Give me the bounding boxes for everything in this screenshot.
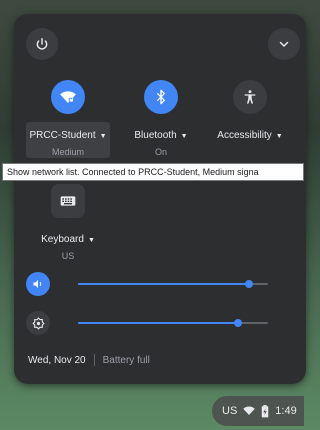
brightness-slider-row — [26, 311, 296, 335]
brightness-icon — [31, 316, 45, 330]
network-sublabel: Medium — [51, 147, 84, 157]
wifi-locked-icon — [60, 91, 76, 103]
bluetooth-toggle[interactable] — [144, 80, 178, 114]
brightness-button[interactable] — [26, 311, 50, 335]
date-label[interactable]: Wed, Nov 20 — [28, 355, 86, 366]
collapse-button[interactable] — [268, 28, 300, 60]
bluetooth-dropdown-icon: ▼ — [180, 133, 188, 140]
keyboard-label-row: Keyboard ▼ — [18, 234, 118, 245]
footer-divider — [93, 354, 95, 366]
shelf-status-area[interactable]: US 1:49 — [212, 396, 304, 426]
volume-slider-thumb[interactable] — [245, 280, 253, 288]
accessibility-feature[interactable]: Accessibility ▼ — [200, 80, 300, 141]
input-method-label: US — [222, 405, 238, 417]
keyboard-feature[interactable]: Keyboard ▼ US — [18, 184, 118, 261]
brightness-slider-thumb[interactable] — [233, 319, 242, 327]
power-icon — [36, 38, 48, 50]
volume-slider-row — [26, 272, 296, 296]
keyboard-label: Keyboard — [41, 234, 84, 245]
volume-icon — [33, 280, 42, 288]
network-tooltip: Show network list. Connected to PRCC-Stu… — [2, 163, 304, 181]
accessibility-label: Accessibility — [217, 130, 272, 141]
accessibility-toggle[interactable] — [233, 80, 267, 114]
volume-slider-fill — [78, 283, 249, 285]
quick-settings-panel: PRCC-Student ▼ Medium Bluetooth ▼ On Acces… — [14, 14, 306, 384]
accessibility-label-row: Accessibility ▼ — [200, 130, 300, 141]
accessibility-dropdown-icon: ▼ — [275, 133, 283, 140]
volume-mute-button[interactable] — [26, 272, 50, 296]
bluetooth-icon — [157, 89, 165, 105]
keyboard-sublabel: US — [61, 251, 75, 261]
network-label: PRCC-Student — [29, 130, 96, 141]
clock-label: 1:49 — [275, 405, 297, 417]
bluetooth-sublabel: On — [154, 147, 167, 157]
bluetooth-label: Bluetooth — [134, 130, 177, 141]
volume-slider[interactable] — [78, 280, 268, 288]
keyboard-dropdown-icon: ▼ — [87, 237, 95, 244]
keyboard-icon — [60, 196, 76, 206]
network-label-row: PRCC-Student ▼ — [18, 130, 118, 141]
brightness-slider-fill — [78, 322, 238, 324]
tray-footer: Wed, Nov 20 Battery full — [28, 354, 150, 366]
brightness-slider[interactable] — [78, 319, 268, 327]
accessibility-icon — [244, 90, 256, 104]
bluetooth-feature[interactable]: Bluetooth ▼ On — [111, 80, 211, 157]
network-dropdown-icon: ▼ — [99, 133, 107, 140]
bluetooth-label-row: Bluetooth ▼ — [111, 130, 211, 141]
keyboard-toggle[interactable] — [51, 184, 85, 218]
network-feature[interactable]: PRCC-Student ▼ Medium — [18, 80, 118, 157]
battery-charging-icon — [262, 404, 269, 417]
battery-status: Battery full — [102, 354, 150, 366]
power-button[interactable] — [26, 28, 58, 60]
wifi-icon — [243, 406, 256, 415]
chevron-down-icon — [279, 41, 289, 47]
network-toggle[interactable] — [51, 80, 85, 114]
